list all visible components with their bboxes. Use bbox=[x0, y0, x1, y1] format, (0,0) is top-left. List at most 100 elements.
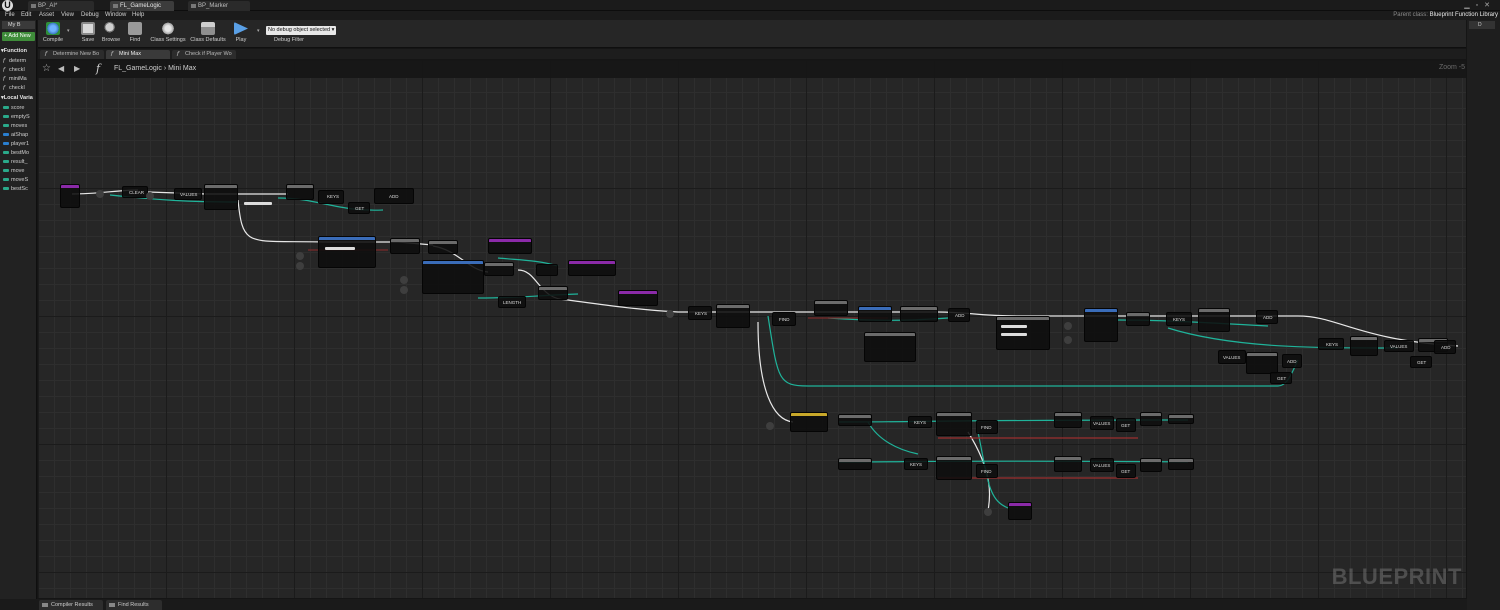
local-var-item[interactable]: moveS bbox=[3, 176, 36, 184]
get-node[interactable]: GET bbox=[1270, 372, 1292, 384]
keys-node[interactable]: KEYS bbox=[908, 416, 932, 428]
minimax-recursive-node[interactable] bbox=[1084, 308, 1118, 342]
clear-node[interactable]: CLEAR bbox=[122, 186, 148, 198]
menu-debug[interactable]: Debug bbox=[81, 11, 99, 20]
function-item[interactable]: f determ bbox=[3, 57, 36, 65]
values-node[interactable]: VALUES bbox=[174, 188, 202, 200]
debug-object-select[interactable]: No debug object selected ▾ bbox=[266, 26, 336, 35]
add-new-button[interactable]: + Add New bbox=[2, 32, 35, 41]
find-button[interactable]: Find bbox=[128, 22, 142, 47]
values-node[interactable]: VALUES bbox=[1090, 458, 1114, 472]
keys-node[interactable]: KEYS bbox=[1318, 338, 1344, 350]
keys-node[interactable]: KEYS bbox=[904, 458, 928, 470]
keys-node[interactable]: KEYS bbox=[318, 190, 344, 204]
variable-getter-node[interactable] bbox=[666, 310, 674, 318]
find-node[interactable]: FIND bbox=[976, 420, 998, 434]
function-entry-node[interactable] bbox=[60, 184, 80, 208]
keys-node[interactable]: KEYS bbox=[688, 306, 712, 320]
variable-getter-node[interactable] bbox=[400, 276, 408, 284]
set-node[interactable] bbox=[1054, 456, 1082, 472]
branch-node[interactable] bbox=[390, 238, 420, 254]
class-settings-button[interactable]: Class Settings bbox=[150, 22, 186, 47]
for-each-loop-node[interactable] bbox=[936, 412, 972, 436]
blueprint-graph-canvas[interactable]: ☆ ◀ ▶ f FL_GameLogic › Mini Max Zoom -5 bbox=[38, 60, 1466, 598]
menu-view[interactable]: View bbox=[61, 11, 74, 20]
details-tab[interactable]: D bbox=[1469, 21, 1495, 29]
local-variables-header[interactable]: ▾Local Varia bbox=[1, 94, 36, 102]
variable-getter-node[interactable] bbox=[1064, 322, 1072, 330]
browse-button[interactable]: Browse bbox=[100, 22, 122, 47]
set-node[interactable] bbox=[900, 306, 938, 322]
return-node[interactable] bbox=[488, 238, 532, 254]
for-each-loop-node[interactable] bbox=[1198, 308, 1230, 332]
function-item[interactable]: f checkI bbox=[3, 84, 36, 92]
return-node[interactable] bbox=[618, 290, 658, 306]
keys-node[interactable]: KEYS bbox=[1166, 312, 1192, 326]
class-defaults-button[interactable]: Class Defaults bbox=[190, 22, 226, 47]
local-var-item[interactable]: result_ bbox=[3, 158, 36, 166]
menu-file[interactable]: File bbox=[5, 11, 15, 20]
variable-getter-node[interactable] bbox=[984, 508, 992, 516]
compile-button[interactable]: Compile bbox=[40, 22, 66, 47]
literal-input[interactable] bbox=[244, 202, 272, 205]
return-node[interactable] bbox=[1008, 502, 1032, 520]
local-var-item[interactable]: moves bbox=[3, 122, 36, 130]
local-var-item[interactable]: bestSc bbox=[3, 185, 36, 193]
tab-check-if-player-won[interactable]: f Check if Player Wo bbox=[172, 50, 236, 59]
values-node[interactable]: VALUES bbox=[1090, 416, 1114, 430]
menu-help[interactable]: Help bbox=[132, 11, 144, 20]
window-controls[interactable]: ▁▫✕ bbox=[1464, 1, 1496, 9]
variable-getter-node[interactable] bbox=[296, 262, 304, 270]
add-node[interactable]: ADD bbox=[948, 308, 970, 322]
set-node[interactable] bbox=[814, 300, 848, 316]
values-node[interactable]: VALUES bbox=[1218, 350, 1246, 364]
doc-tab-bp-ai[interactable]: BP_AI* bbox=[28, 1, 94, 11]
get-node[interactable]: GET bbox=[348, 202, 370, 214]
for-each-loop-node[interactable] bbox=[204, 184, 238, 210]
menu-window[interactable]: Window bbox=[105, 11, 126, 20]
tab-compiler-results[interactable]: Compiler Results bbox=[39, 600, 103, 610]
local-var-item[interactable]: move bbox=[3, 167, 36, 175]
variable-getter-node[interactable] bbox=[296, 252, 304, 260]
length-node[interactable]: LENGTH bbox=[498, 296, 526, 308]
variable-getter-node[interactable] bbox=[766, 422, 774, 430]
variable-getter-node[interactable] bbox=[400, 286, 408, 294]
set-node[interactable] bbox=[1140, 412, 1162, 426]
menu-asset[interactable]: Asset bbox=[39, 11, 54, 20]
set-node[interactable] bbox=[1168, 414, 1194, 424]
function-item[interactable]: f miniMa bbox=[3, 75, 36, 83]
make-struct-node[interactable] bbox=[864, 332, 916, 362]
menu-edit[interactable]: Edit bbox=[21, 11, 31, 20]
branch-node[interactable] bbox=[484, 262, 514, 276]
compile-dropdown-icon[interactable]: ▾ bbox=[67, 28, 70, 34]
find-node[interactable]: FIND bbox=[976, 464, 998, 478]
set-node[interactable] bbox=[838, 458, 872, 470]
add-node[interactable]: ADD bbox=[374, 188, 414, 204]
play-dropdown-icon[interactable]: ▾ bbox=[257, 28, 260, 34]
functions-header[interactable]: ▾Function bbox=[1, 47, 36, 55]
set-node[interactable] bbox=[838, 414, 872, 426]
add-node[interactable]: ADD bbox=[1256, 310, 1278, 324]
local-var-item[interactable]: bestMo bbox=[3, 149, 36, 157]
find-node[interactable]: FIND bbox=[772, 312, 796, 326]
local-var-item[interactable]: aiShap bbox=[3, 131, 36, 139]
local-var-item[interactable]: emptyS bbox=[3, 113, 36, 121]
local-var-item[interactable]: score bbox=[3, 104, 36, 112]
add-node[interactable]: ADD bbox=[1282, 354, 1302, 368]
for-each-loop-node[interactable] bbox=[1350, 336, 1378, 356]
get-node[interactable]: GET bbox=[1410, 356, 1432, 368]
variable-getter-node[interactable] bbox=[146, 192, 154, 200]
set-node[interactable] bbox=[1140, 458, 1162, 472]
set-node[interactable] bbox=[1168, 458, 1194, 470]
tab-determine-new-board[interactable]: f Determine New Bo bbox=[40, 50, 104, 59]
return-node[interactable] bbox=[568, 260, 616, 276]
play-button[interactable]: Play bbox=[233, 22, 249, 47]
doc-tab-bp-marker[interactable]: BP_Marker bbox=[188, 1, 250, 11]
for-each-loop-node[interactable] bbox=[716, 304, 750, 328]
get-node[interactable]: GET bbox=[1116, 418, 1136, 432]
check-if-player-won-node[interactable] bbox=[422, 260, 484, 294]
variable-getter-node[interactable] bbox=[1064, 336, 1072, 344]
values-node[interactable]: VALUES bbox=[1384, 340, 1414, 352]
check-if-player-won-node[interactable] bbox=[318, 236, 376, 268]
branch-node[interactable] bbox=[286, 184, 314, 200]
